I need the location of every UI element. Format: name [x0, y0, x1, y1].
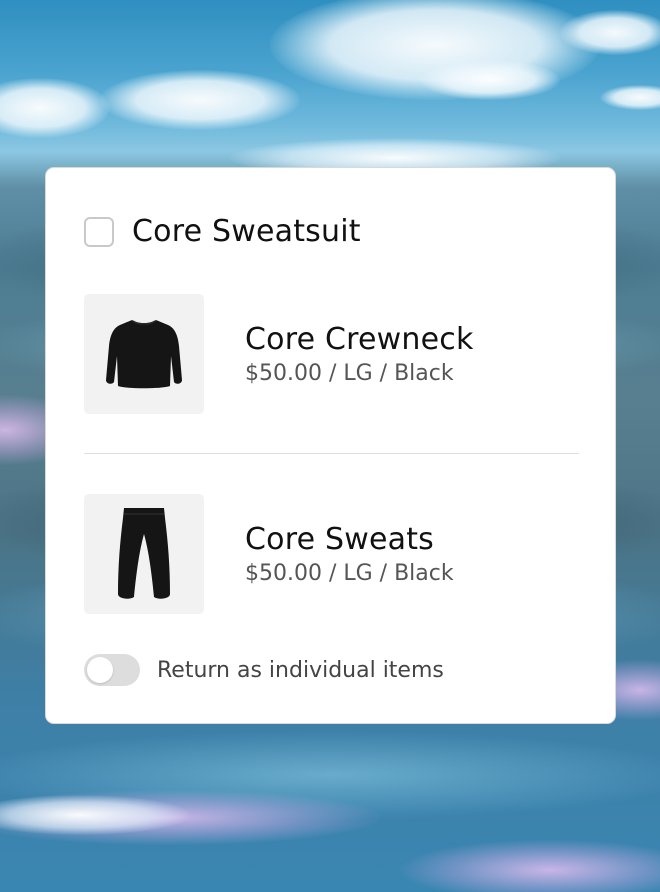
line-item: Core Crewneck $50.00 / LG / Black: [84, 294, 474, 414]
cloud: [100, 70, 300, 130]
bundle-header: Core Sweatsuit: [84, 214, 361, 249]
cloud: [0, 78, 110, 138]
crewneck-sweatshirt-image: [106, 320, 182, 389]
cloud: [600, 85, 660, 110]
toggle-label: Return as individual items: [157, 657, 444, 683]
bundle-title: Core Sweatsuit: [132, 214, 361, 249]
return-individually-toggle[interactable]: [84, 654, 140, 686]
item-price-size-color: $50.00 / LG / Black: [245, 360, 454, 386]
item-name: Core Sweats: [245, 521, 434, 557]
item-price-size-color: $50.00 / LG / Black: [245, 560, 454, 586]
line-item-details: Core Crewneck $50.00 / LG / Black: [245, 321, 474, 388]
crewneck-thumbnail: [84, 294, 204, 414]
line-item: Core Sweats $50.00 / LG / Black: [84, 494, 454, 614]
sweatpants-thumbnail: [84, 494, 204, 614]
cloud: [420, 60, 560, 100]
sweatpants-image: [118, 508, 170, 599]
bundle-select-checkbox[interactable]: [84, 216, 114, 247]
item-name: Core Crewneck: [245, 321, 474, 357]
toggle-knob: [87, 657, 113, 683]
return-individually-row: Return as individual items: [84, 654, 444, 686]
return-bundle-card: Core Sweatsuit Core Crewneck $50.00 / LG…: [45, 167, 616, 724]
item-divider: [84, 453, 579, 454]
line-item-details: Core Sweats $50.00 / LG / Black: [245, 521, 454, 588]
wave: [400, 840, 660, 892]
cloud: [560, 10, 660, 55]
